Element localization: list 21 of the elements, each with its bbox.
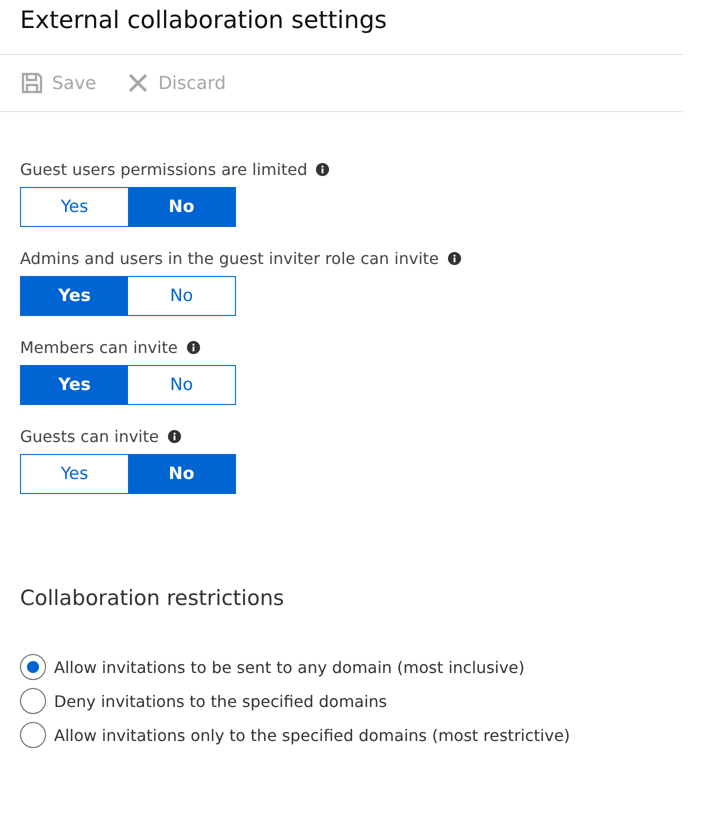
toggle-option[interactable]: Yes xyxy=(21,366,128,404)
radio-button[interactable] xyxy=(20,722,46,748)
radio-label[interactable]: Deny invitations to the specified domains xyxy=(54,692,387,710)
section-title: Collaboration restrictions xyxy=(20,586,286,610)
save-icon xyxy=(20,71,44,95)
setting-label: Members can invite xyxy=(20,338,178,357)
setting-label: Admins and users in the guest inviter role can invite xyxy=(20,249,439,268)
setting-label: Guest users permissions are limited xyxy=(20,160,308,179)
radio-label[interactable]: Allow invitations only to the specified domains (most restrictive) xyxy=(54,726,570,744)
toggle-option[interactable]: No xyxy=(128,455,235,493)
toggle-option[interactable]: Yes xyxy=(21,277,128,315)
info-icon[interactable] xyxy=(446,251,462,266)
radio-button[interactable] xyxy=(20,688,46,714)
toggle-option[interactable]: No xyxy=(128,188,235,226)
radio-label[interactable]: Allow invitations to be sent to any domain (most inclusive) xyxy=(54,658,525,676)
info-icon[interactable] xyxy=(315,162,330,177)
info-icon[interactable] xyxy=(186,340,201,355)
info-icon[interactable] xyxy=(166,429,182,444)
page-title: External collaboration settings xyxy=(20,5,388,36)
setting-label: Guests can invite xyxy=(20,427,159,446)
radio-button[interactable] xyxy=(20,654,46,680)
